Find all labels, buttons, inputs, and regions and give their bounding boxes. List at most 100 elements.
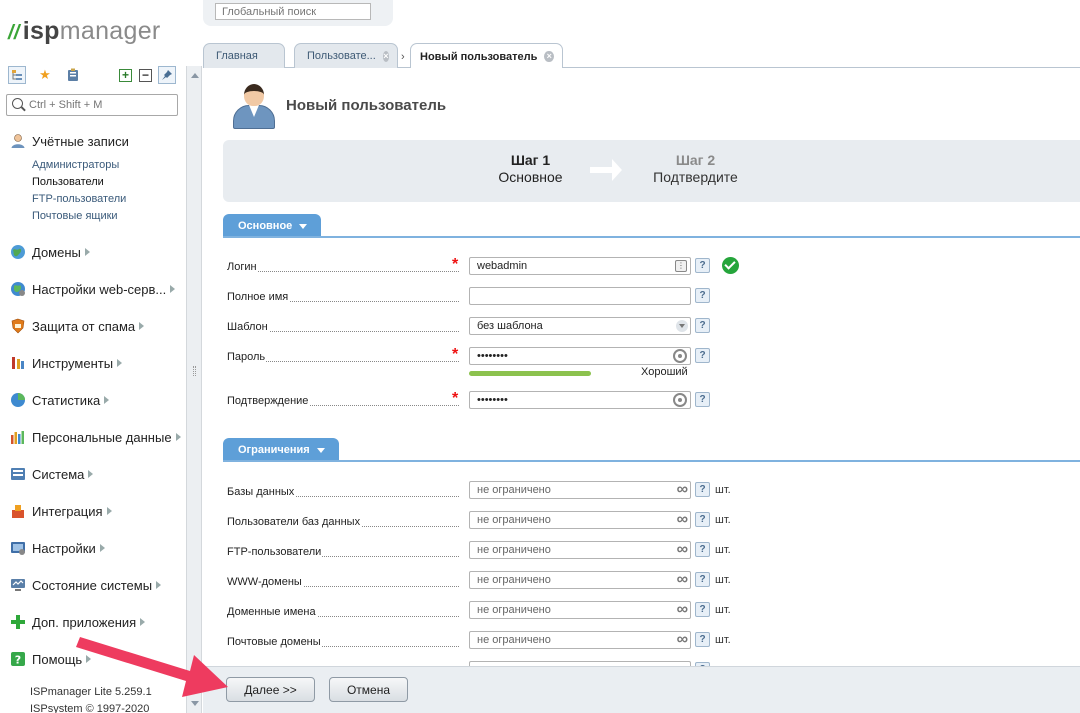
limit-field-mail-domains[interactable]: не ограничено ∞ <box>469 631 691 649</box>
favorites-star-icon[interactable]: ★ <box>36 66 54 84</box>
help-icon[interactable]: ? <box>695 512 710 527</box>
logo-mark: // <box>8 22 20 44</box>
valid-check-icon <box>722 257 739 274</box>
help-icon[interactable]: ? <box>695 392 710 407</box>
sidebar-section-system[interactable]: Система <box>10 464 94 484</box>
infinity-icon[interactable]: ∞ <box>677 482 688 498</box>
sidebar-search[interactable] <box>6 94 178 116</box>
collapse-all-icon[interactable]: − <box>139 69 152 82</box>
cancel-button[interactable]: Отмена <box>329 677 408 702</box>
login-label: Логин <box>227 260 459 274</box>
global-search-input[interactable] <box>215 3 371 20</box>
help-icon[interactable]: ? <box>695 348 710 363</box>
password-label: Пароль <box>227 350 459 364</box>
sidebar-section-integration[interactable]: Интеграция <box>10 501 112 521</box>
section-basic-toggle[interactable]: Основное <box>223 214 322 238</box>
template-select[interactable]: без шаблона <box>469 317 691 335</box>
tree-view-icon[interactable] <box>8 66 26 84</box>
close-tab-icon[interactable]: × <box>382 50 389 62</box>
password-strength-bar <box>469 371 591 376</box>
limit-field-domain-names[interactable]: не ограничено ∞ <box>469 601 691 619</box>
chevron-right-icon <box>86 655 92 663</box>
tab-home[interactable]: Главная <box>203 43 285 68</box>
sidebar-section-spam-protection[interactable]: Защита от спама <box>10 316 145 336</box>
tab-bar: Главная Пользовате... × › Новый пользова… <box>203 40 1080 69</box>
integration-icon <box>10 503 26 519</box>
chevron-right-icon <box>117 359 123 367</box>
infinity-icon[interactable]: ∞ <box>677 512 688 528</box>
web-settings-icon <box>10 281 26 297</box>
copyright-text: ISPsystem © 1997-2020 <box>30 703 150 713</box>
infinity-icon[interactable]: ∞ <box>677 572 688 588</box>
pin-icon[interactable] <box>158 66 176 84</box>
caret-down-icon <box>299 223 308 229</box>
svg-text:?: ? <box>15 654 21 667</box>
tab-users[interactable]: Пользовате... × <box>294 43 398 68</box>
top-search-bar <box>203 0 393 26</box>
chevron-right-icon <box>84 248 90 256</box>
login-generator-icon[interactable]: ⋮ <box>675 260 687 272</box>
settings-icon <box>10 540 26 556</box>
section-divider <box>223 460 1080 462</box>
sidebar-scrollbar[interactable] <box>186 66 202 713</box>
password-generate-icon[interactable] <box>673 349 687 363</box>
chevron-right-icon <box>140 618 146 626</box>
limit-label-ftp-users: FTP-пользователи <box>227 545 459 559</box>
sidebar-item-mailboxes[interactable]: Почтовые ящики <box>32 210 118 222</box>
chevron-right-icon <box>156 581 162 589</box>
scroll-down-icon[interactable] <box>191 701 199 706</box>
clipboard-icon[interactable] <box>64 66 82 84</box>
help-icon[interactable]: ? <box>695 632 710 647</box>
help-icon[interactable]: ? <box>695 482 710 497</box>
chevron-down-icon[interactable] <box>676 320 688 332</box>
confirm-password-field[interactable]: •••••••• <box>469 391 691 409</box>
sidebar-item-users[interactable]: Пользователи <box>32 176 104 188</box>
sidebar-section-web-settings[interactable]: Настройки web-серв... <box>10 279 176 299</box>
limit-field-databases[interactable]: не ограничено ∞ <box>469 481 691 499</box>
infinity-icon[interactable]: ∞ <box>677 632 688 648</box>
next-button[interactable]: Далее >> <box>226 677 315 702</box>
infinity-icon[interactable]: ∞ <box>677 602 688 618</box>
show-password-icon[interactable] <box>673 393 687 407</box>
section-limits-toggle[interactable]: Ограничения <box>223 438 339 462</box>
help-icon[interactable]: ? <box>695 318 710 333</box>
limit-field-ftp-users[interactable]: не ограничено ∞ <box>469 541 691 559</box>
expand-all-icon[interactable]: + <box>119 69 132 82</box>
login-field[interactable]: webadmin ⋮ <box>469 257 691 275</box>
close-tab-icon[interactable]: × <box>544 51 554 62</box>
chevron-right-icon <box>106 507 112 515</box>
limit-field-db-users[interactable]: не ограничено ∞ <box>469 511 691 529</box>
sidebar-section-personal-data[interactable]: Персональные данные <box>10 427 181 447</box>
help-icon[interactable]: ? <box>695 288 710 303</box>
chevron-right-icon <box>170 285 176 293</box>
sidebar-section-settings[interactable]: Настройки <box>10 538 105 558</box>
ispmanager-logo[interactable]: //ispmanager <box>8 16 161 48</box>
sidebar-search-input[interactable] <box>29 97 174 113</box>
sidebar-section-tools[interactable]: Инструменты <box>10 353 123 373</box>
shield-icon <box>10 318 26 334</box>
sidebar-item-administrators[interactable]: Администраторы <box>32 159 119 171</box>
help-icon[interactable]: ? <box>695 602 710 617</box>
app-window: //ispmanager ★ + − Учётные запис <box>0 0 1080 713</box>
sidebar-section-accounts[interactable]: Учётные записи <box>10 131 129 151</box>
chevron-right-icon <box>88 470 94 478</box>
sidebar-section-domains[interactable]: Домены <box>10 242 90 262</box>
infinity-icon[interactable]: ∞ <box>677 542 688 558</box>
sidebar-section-system-status[interactable]: Состояние системы <box>10 575 162 595</box>
chevron-right-icon <box>104 396 110 404</box>
page-title: Новый пользователь <box>286 97 447 114</box>
tab-new-user[interactable]: Новый пользователь × <box>410 43 563 69</box>
user-avatar-icon <box>230 82 278 130</box>
limit-field-www-domains[interactable]: не ограничено ∞ <box>469 571 691 589</box>
password-field[interactable]: •••••••• <box>469 347 691 365</box>
help-icon[interactable]: ? <box>695 572 710 587</box>
sidebar-item-ftp-users[interactable]: FTP-пользователи <box>32 193 126 205</box>
sidebar-section-help[interactable]: ? Помощь <box>10 649 92 669</box>
sidebar-section-extra-apps[interactable]: Доп. приложения <box>10 612 146 632</box>
fullname-field[interactable] <box>469 287 691 305</box>
scroll-up-icon[interactable] <box>191 73 199 78</box>
splitter-grip[interactable] <box>193 366 196 376</box>
help-icon[interactable]: ? <box>695 542 710 557</box>
sidebar-section-statistics[interactable]: Статистика <box>10 390 110 410</box>
help-icon[interactable]: ? <box>695 258 710 273</box>
